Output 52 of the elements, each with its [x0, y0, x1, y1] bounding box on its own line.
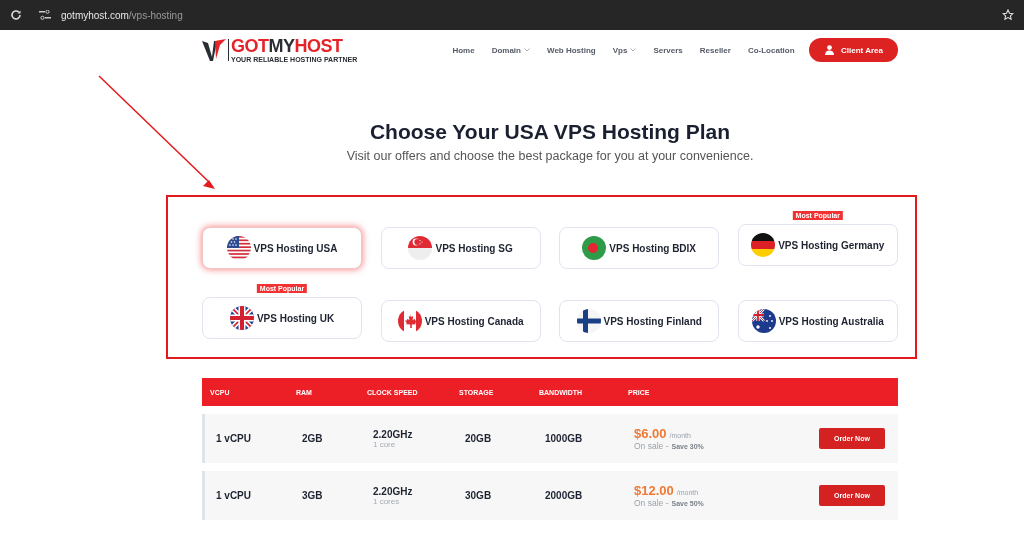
flag-icon: [582, 236, 607, 260]
location-card[interactable]: VPS Hosting Germany: [737, 224, 898, 266]
nav-link[interactable]: Domain: [483, 45, 539, 55]
table-cell: 2.20GHz: [373, 485, 413, 497]
logo-wordmark: GOTMYHOST: [231, 37, 344, 55]
location-card[interactable]: VPS Hosting BDIX: [559, 227, 720, 269]
page-subtitle: Visit our offers and choose the best package for you at your convenience.: [346, 148, 754, 164]
nav-link[interactable]: Web Hosting: [538, 45, 605, 55]
page-title: Choose Your USA VPS Hosting Plan: [369, 119, 731, 145]
nav-link[interactable]: Home: [443, 45, 484, 55]
price: $6.00: [634, 426, 667, 441]
location-card[interactable]: VPS Hosting SG: [380, 227, 541, 269]
core-count: 1 core: [373, 439, 396, 449]
nav-link[interactable]: Vps: [604, 45, 645, 55]
site-settings-icon[interactable]: [39, 10, 51, 20]
table-cell-text: 30GB: [464, 490, 493, 501]
location-card[interactable]: VPS Hosting UK: [202, 297, 362, 339]
flag-icon: [751, 233, 776, 257]
reload-icon[interactable]: [10, 9, 22, 21]
table-cell: 2.20GHz: [373, 428, 413, 440]
user-icon: [825, 45, 835, 55]
sale-label: On sale -: [634, 441, 669, 451]
location-card[interactable]: VPS Hosting Finland: [559, 300, 720, 342]
bookmark-star-icon[interactable]: [1002, 9, 1014, 21]
flag-icon: [408, 236, 433, 260]
flag-icon: [226, 236, 251, 260]
caret-icon: [523, 48, 530, 52]
table-cell-text: 3GB: [301, 490, 324, 501]
location-card[interactable]: VPS Hosting Canada: [380, 300, 541, 342]
table-cell-text: 20GB: [464, 433, 493, 444]
table-cell-text: 2GB: [301, 433, 324, 444]
table-cell-text: 1 vCPU: [215, 490, 252, 501]
url-host: gotmyhost.com: [61, 9, 129, 21]
flag-icon: [751, 309, 776, 333]
table-cell-text: 2000GB: [544, 490, 584, 501]
core-count: 1 cores: [373, 496, 400, 506]
sale-label: On sale -: [634, 498, 669, 508]
logo-icon: [202, 39, 229, 61]
location-card[interactable]: VPS Hosting Australia: [737, 300, 898, 342]
caret-icon: [630, 48, 637, 52]
address-bar[interactable]: gotmyhost.com/vps-hosting: [31, 4, 1002, 26]
flag-icon: [576, 309, 601, 333]
nav-link[interactable]: Servers: [644, 45, 692, 55]
nav-link[interactable]: Reseller: [691, 45, 740, 55]
table-cell-text: 1000GB: [544, 433, 584, 444]
nav-link[interactable]: Co-Location: [739, 45, 804, 55]
table-cell-text: 1 vCPU: [215, 433, 252, 444]
price: $12.00: [634, 483, 674, 498]
client-area-button[interactable]: Client Area: [809, 38, 898, 62]
location-card[interactable]: VPS Hosting USA: [202, 227, 362, 269]
flag-icon: [229, 306, 254, 330]
url-path: /vps-hosting: [128, 9, 183, 21]
